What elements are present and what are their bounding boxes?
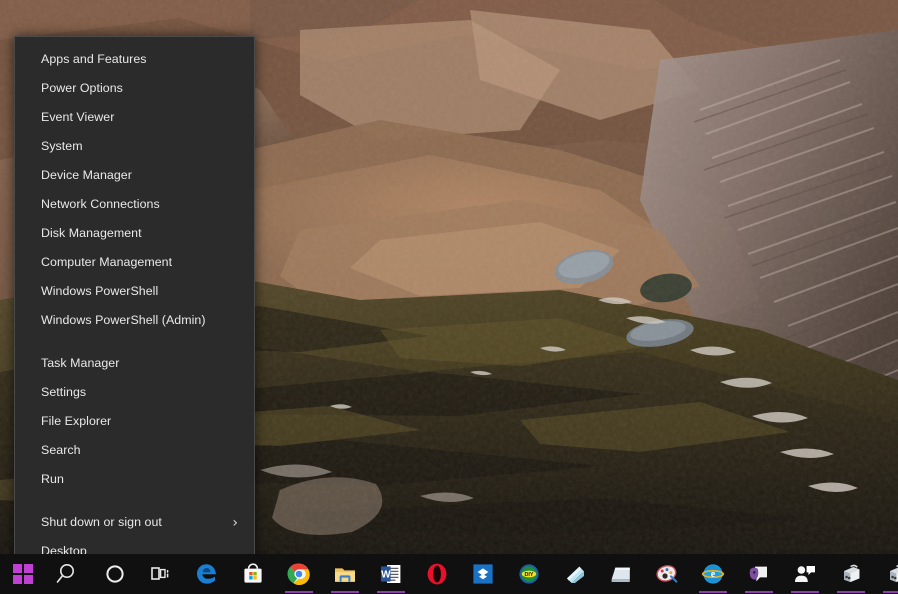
menu-item-network-connections[interactable]: Network Connections [15,190,254,219]
menu-item-label: Search [41,443,81,457]
taskbar[interactable]: W DIY e [0,554,898,594]
svg-text:W: W [381,569,391,580]
menu-item-windows-powershell[interactable]: Windows PowerShell [15,277,254,306]
palette-icon [656,565,678,583]
opera-icon [427,563,447,585]
menu-item-disk-management[interactable]: Disk Management [15,219,254,248]
menu-item-file-explorer[interactable]: File Explorer [15,407,254,436]
cortana-button[interactable] [92,554,138,594]
taskbar-app-opera[interactable] [414,554,460,594]
running-indicator [791,591,819,593]
edge-icon [197,564,216,584]
taskbar-app-edge[interactable] [184,554,230,594]
light-blue-page-icon [567,566,584,583]
menu-item-shut-down-or-sign-out[interactable]: Shut down or sign out › [15,508,254,537]
taskbar-app-device-2[interactable] [874,554,898,594]
menu-item-power-options[interactable]: Power Options [15,74,254,103]
taskbar-app-chrome[interactable] [276,554,322,594]
scanner-icon [611,567,630,582]
ie-icon: e [701,564,725,584]
desktop: Apps and Features Power Options Event Vi… [0,0,898,594]
taskbar-app-scanner[interactable] [598,554,644,594]
menu-item-label: Run [41,472,64,486]
dropbox-icon [473,564,493,584]
device-box-icon [890,564,898,582]
menu-item-label: Computer Management [41,255,173,269]
purple-media-icon [749,566,767,582]
winx-power-user-menu[interactable]: Apps and Features Power Options Event Vi… [14,36,255,565]
menu-group-system: Task Manager Settings File Explorer Sear… [15,349,254,494]
device-box-icon [844,564,860,582]
task-view-icon [151,567,169,580]
taskbar-app-media[interactable] [736,554,782,594]
menu-item-label: Power Options [41,81,123,95]
taskbar-app-green-badge[interactable]: DIY [506,554,552,594]
search-button[interactable] [46,554,92,594]
menu-item-label: Disk Management [41,226,142,240]
running-indicator [331,591,359,593]
menu-item-label: Event Viewer [41,110,115,124]
menu-item-label: System [41,139,83,153]
menu-item-label: Windows PowerShell (Admin) [41,313,206,327]
magnifier-icon [56,564,74,583]
word-icon: W [381,565,401,583]
menu-item-computer-management[interactable]: Computer Management [15,248,254,277]
taskbar-app-word[interactable]: W [368,554,414,594]
taskbar-app-notes[interactable] [552,554,598,594]
taskbar-app-messaging[interactable] [782,554,828,594]
menu-item-apps-and-features[interactable]: Apps and Features [15,45,254,74]
menu-item-label: Device Manager [41,168,132,182]
chevron-right-icon: › [232,514,238,531]
menu-item-system[interactable]: System [15,132,254,161]
folder-icon [335,568,355,582]
svg-text:DIY: DIY [525,572,534,578]
taskbar-app-paint-tool[interactable] [644,554,690,594]
running-indicator [837,591,865,593]
menu-item-label: File Explorer [41,414,112,428]
menu-item-label: Shut down or sign out [41,515,162,529]
menu-group-tools: Apps and Features Power Options Event Vi… [15,45,254,335]
windows-logo-icon [13,564,33,584]
running-indicator [377,591,405,593]
menu-item-label: Task Manager [41,356,120,370]
menu-item-task-manager[interactable]: Task Manager [15,349,254,378]
taskbar-app-device-1[interactable] [828,554,874,594]
menu-item-windows-powershell-admin[interactable]: Windows PowerShell (Admin) [15,306,254,335]
menu-item-device-manager[interactable]: Device Manager [15,161,254,190]
task-view-button[interactable] [138,554,184,594]
taskbar-app-microsoft-store[interactable] [230,554,276,594]
start-button[interactable] [0,554,46,594]
chrome-icon [287,563,310,586]
menu-item-label: Windows PowerShell [41,284,159,298]
running-indicator [699,591,727,593]
menu-item-label: Apps and Features [41,52,147,66]
menu-item-label: Settings [41,385,87,399]
menu-item-settings[interactable]: Settings [15,378,254,407]
menu-item-label: Network Connections [41,197,160,211]
running-indicator [285,591,313,593]
taskbar-app-file-explorer[interactable] [322,554,368,594]
menu-item-event-viewer[interactable]: Event Viewer [15,103,254,132]
svg-text:e: e [711,569,716,580]
person-chat-icon [795,566,815,582]
green-badge-icon: DIY [519,564,539,584]
store-bag-icon [244,563,262,583]
menu-item-run[interactable]: Run [15,465,254,494]
taskbar-app-dropbox[interactable] [460,554,506,594]
circle-icon [106,565,124,583]
menu-item-search[interactable]: Search [15,436,254,465]
running-indicator [883,591,898,593]
running-indicator [745,591,773,593]
taskbar-app-internet-explorer[interactable]: e [690,554,736,594]
